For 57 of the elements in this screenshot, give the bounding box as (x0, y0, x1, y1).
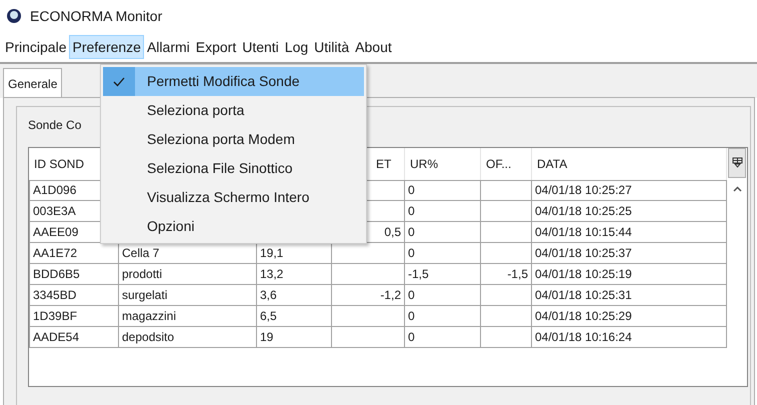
menu-item[interactable]: Utilità (311, 35, 352, 59)
tab[interactable]: Generale (3, 68, 62, 98)
menu-item[interactable]: Allarmi (144, 35, 193, 59)
table-cell: 13,2 (257, 264, 332, 284)
table-cell: 19 (257, 326, 332, 348)
menu-item[interactable]: Preferenze (69, 35, 144, 59)
table-cell: 6,5 (257, 306, 332, 326)
table-cell: 04/01/18 10:25:31 (532, 284, 727, 306)
menu-item[interactable]: About (352, 35, 395, 59)
table-cell (481, 180, 532, 200)
menu-option[interactable]: Seleziona porta (103, 96, 364, 125)
table-cell: -1,2 (332, 284, 405, 306)
table-cell: prodotti (119, 264, 257, 284)
table-cell: 04/01/18 10:16:24 (532, 326, 727, 348)
table-cell: -1,5 (405, 264, 481, 284)
menu-item[interactable]: Log (282, 35, 312, 59)
table-cell: magazzini (119, 306, 257, 326)
column-header[interactable]: OF... (481, 148, 532, 180)
table-cell (481, 326, 532, 348)
menu-item[interactable]: Export (192, 35, 240, 59)
table-cell (481, 200, 532, 222)
table-cell: 0 (405, 284, 481, 306)
table-cell: 04/01/18 10:15:44 (532, 222, 727, 242)
table-cell (481, 306, 532, 326)
group-title: Sonde Co (28, 118, 82, 132)
column-chooser-icon (732, 157, 742, 168)
column-chooser-button[interactable] (728, 148, 746, 178)
table-cell: 0 (405, 222, 481, 242)
menu-item[interactable]: Principale (2, 35, 70, 59)
check-icon (113, 76, 125, 86)
table-cell: 0 (405, 200, 481, 222)
table-cell: AADE54 (29, 326, 119, 348)
table-cell: 1D39BF (29, 306, 119, 326)
table-cell: 3,6 (257, 284, 332, 306)
table-cell: surgelati (119, 284, 257, 306)
app-logo-icon (6, 8, 22, 24)
table-cell: 04/01/18 10:25:25 (532, 200, 727, 222)
column-header[interactable]: UR% (405, 148, 481, 180)
table-cell: 3345BD (29, 284, 119, 306)
table-cell: 0 (405, 242, 481, 264)
table-cell (481, 284, 532, 306)
menu-item[interactable]: Utenti (239, 35, 282, 59)
window-title: ECONORMA Monitor (30, 6, 162, 26)
table-cell: 0 (405, 326, 481, 348)
table-cell: -1,5 (481, 264, 532, 284)
table-cell (481, 242, 532, 264)
table-cell: 0 (405, 306, 481, 326)
table-cell: 04/01/18 10:25:29 (532, 306, 727, 326)
table-cell: 0 (405, 180, 481, 200)
table-cell: depodsito (119, 326, 257, 348)
menu-option[interactable]: Permetti Modifica Sonde (103, 67, 364, 96)
table-cell: BDD6B5 (29, 264, 119, 284)
table-cell: 04/01/18 10:25:19 (532, 264, 727, 284)
scroll-up-icon[interactable] (732, 186, 742, 192)
table-cell (481, 222, 532, 242)
table-cell: 04/01/18 10:25:27 (532, 180, 727, 200)
table-cell: 04/01/18 10:25:37 (532, 242, 727, 264)
